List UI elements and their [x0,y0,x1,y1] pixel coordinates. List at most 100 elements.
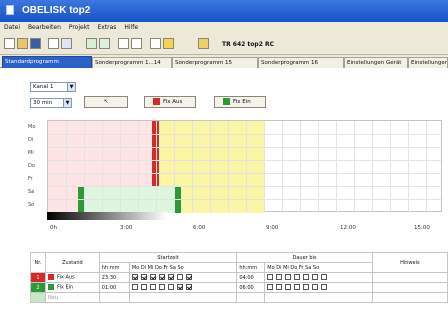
checkbox[interactable] [276,274,283,281]
checkbox[interactable] [158,284,165,291]
fix-on-button[interactable]: Fix Ein [214,96,266,108]
menu-datei[interactable]: Datei [4,24,20,31]
tab-standardprogramm[interactable]: Standardprogramm [2,56,92,68]
day-label-sa: Sa [28,189,35,195]
on-band-weekend [78,187,180,213]
timer-icon [198,38,209,49]
row-end-time[interactable]: 06:00 [236,282,266,293]
row-start-time[interactable] [98,292,130,303]
device-icon[interactable] [150,38,161,49]
checkbox[interactable] [294,284,301,291]
table-row[interactable]: 2 Fix Ein 01:00 06:00 [29,282,448,293]
row-note[interactable] [371,272,448,283]
tab-sonderprogramm-1-14[interactable]: Sonderprogramm 1...14 [92,57,172,68]
off-band-weekend [48,187,78,213]
checkbox[interactable] [131,284,138,291]
checkbox[interactable] [276,284,283,291]
checkbox[interactable] [321,274,328,281]
row-start-time[interactable]: 23:30 [98,272,130,283]
device-type-label: TR 642 top2 RC [222,41,274,48]
fix-off-button[interactable]: Fix Aus [144,96,196,108]
checkbox[interactable] [140,274,147,281]
print-icon[interactable] [48,38,59,49]
tab-einstellungen[interactable]: Einstellungen [408,57,448,68]
checkbox[interactable] [312,284,319,291]
checkbox[interactable] [285,284,292,291]
table-row-new[interactable]: Neu [29,292,448,303]
row-end-days[interactable] [264,282,373,293]
start-time-col: hh:mm [98,262,130,273]
tab-einstellungen-geraet[interactable]: Einstellungen Gerät [344,57,408,68]
checkbox[interactable] [149,274,156,281]
menu-projekt[interactable]: Projekt [69,24,90,31]
channel-select[interactable]: Kanal 1 ▼ [30,82,76,92]
checkbox[interactable] [176,284,183,291]
row-start-days[interactable] [128,272,238,283]
checkbox[interactable] [176,274,183,281]
open-folder-icon[interactable] [17,38,28,49]
wd-so: So [177,264,184,271]
checkbox[interactable] [294,274,301,281]
day-label-so: So [28,202,35,208]
checkbox[interactable] [167,274,174,281]
checkbox[interactable] [167,284,174,291]
menu-extras[interactable]: Extras [97,24,116,31]
row-end-days[interactable] [264,272,373,283]
wd-mo: Mo [267,264,275,271]
row-state[interactable]: Fix Aus [45,272,100,283]
checkbox[interactable] [312,274,319,281]
checkbox[interactable] [158,274,165,281]
wd-do: Do [154,264,162,271]
red-swatch-icon [153,98,160,105]
transfer-icon[interactable] [86,38,97,49]
checkbox[interactable] [285,274,292,281]
grid-icon[interactable] [131,38,142,49]
toolbar: TR 642 top2 RC [0,33,448,55]
row-end-time[interactable] [236,292,266,303]
table-row[interactable]: 1 Fix Aus 23:30 04:00 [29,272,448,283]
week-schedule-grid[interactable] [47,120,443,213]
row-start-time[interactable]: 01:00 [98,282,130,293]
checkbox[interactable] [185,274,192,281]
row-start-days[interactable] [128,292,238,303]
time-tick-15: 15:00 [414,225,430,231]
interval-select[interactable]: 30 min ▼ [30,98,72,108]
save-icon[interactable] [30,38,41,49]
folder-icon[interactable] [163,38,174,49]
row-start-days[interactable] [128,282,238,293]
col-nr: Nr. [29,252,47,273]
menu-bearbeiten[interactable]: Bearbeiten [28,24,61,31]
row-note[interactable] [371,282,448,293]
upload-icon[interactable] [99,38,110,49]
checkbox[interactable] [140,284,147,291]
new-file-icon[interactable] [4,38,15,49]
row-end-days[interactable] [264,292,373,303]
checkbox[interactable] [321,284,328,291]
row-state-new[interactable]: Neu [45,292,100,303]
program-table: Nr. Zustand Startzeit Dauer bis Hinweis … [29,252,448,303]
time-tick-12: 12:00 [340,225,356,231]
cursor-mode-button[interactable]: ↖ [84,96,128,108]
checkbox[interactable] [303,284,310,291]
checkbox[interactable] [131,274,138,281]
row-state[interactable]: Fix Ein [45,282,100,293]
checkbox[interactable] [149,284,156,291]
chevron-down-icon: ▼ [67,83,75,91]
tab-sonderprogramm-16[interactable]: Sonderprogramm 16 [258,57,344,68]
row-note[interactable] [371,292,448,303]
end-weekdays-head: Mo Di Mi Do Fr Sa So [264,262,373,273]
row-end-time[interactable]: 04:00 [236,272,266,283]
wd-sa: Sa [305,264,312,271]
checkbox[interactable] [185,284,192,291]
wd-sa: Sa [169,264,176,271]
checkbox[interactable] [267,274,274,281]
checkbox[interactable] [303,274,310,281]
preview-icon[interactable] [61,38,72,49]
row-number [29,292,47,303]
tab-sonderprogramm-15[interactable]: Sonderprogramm 15 [172,57,258,68]
menu-hilfe[interactable]: Hilfe [124,24,138,31]
state-color-icon [48,274,55,281]
checkbox[interactable] [267,284,274,291]
col-note: Hinweis [371,252,448,273]
sort-icon[interactable] [118,38,129,49]
